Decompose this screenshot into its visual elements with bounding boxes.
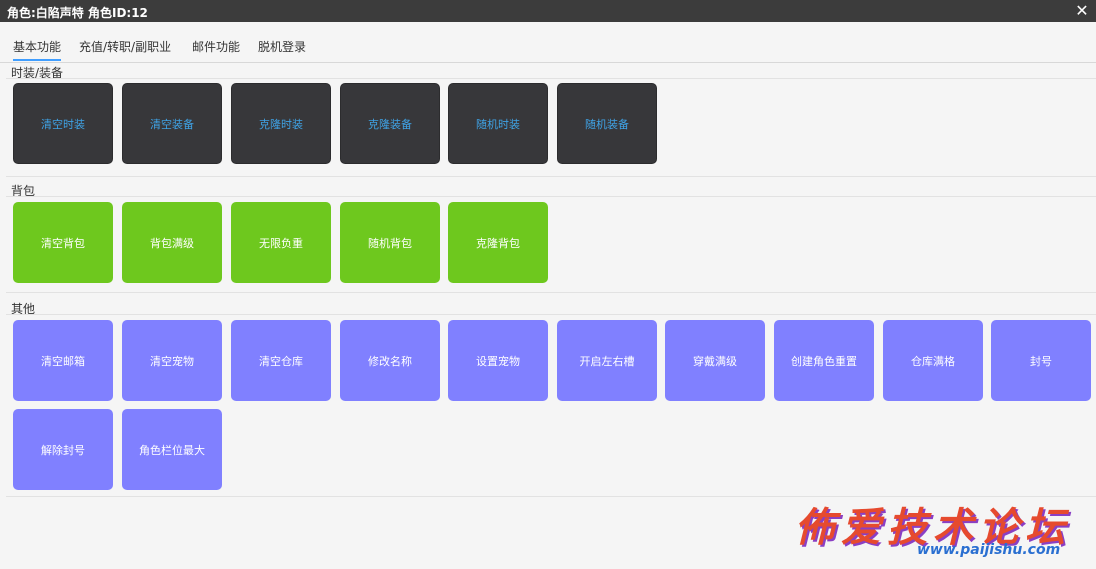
tab-basic-functions[interactable]: 基本功能 [13,38,62,61]
clear-costume-button[interactable]: 清空时装 [13,83,113,164]
tab-recharge-job[interactable]: 充值/转职/副职业 [79,38,171,59]
button-label: 穿戴满级 [693,354,737,368]
section-divider [6,78,1096,79]
section-divider [6,292,1096,293]
open-side-slots-button[interactable]: 开启左右槽 [557,320,657,401]
random-bag-button[interactable]: 随机背包 [340,202,440,283]
button-label: 清空时装 [41,117,85,131]
watermark-url: www.paijishu.com [917,542,1061,558]
button-label: 随机时装 [476,117,520,131]
button-label: 克隆背包 [476,236,520,250]
clear-pets-button[interactable]: 清空宠物 [122,320,222,401]
section-divider [6,314,1096,315]
button-label: 解除封号 [41,443,85,457]
button-label: 封号 [1030,354,1052,368]
button-label: 设置宠物 [476,354,520,368]
button-label: 清空背包 [41,236,85,250]
unban-account-button[interactable]: 解除封号 [13,409,113,490]
button-label: 背包满级 [150,236,194,250]
button-label: 克隆时装 [259,117,303,131]
button-label: 清空仓库 [259,354,303,368]
button-label: 清空宠物 [150,354,194,368]
button-label: 清空邮箱 [41,354,85,368]
clone-equipment-button[interactable]: 克隆装备 [340,83,440,164]
watermark: 佈爱技术论坛 www.paijishu.com [795,495,1090,565]
clone-costume-button[interactable]: 克隆时装 [231,83,331,164]
clear-bag-button[interactable]: 清空背包 [13,202,113,283]
window-title: 角色:白陷声特 角色ID:12 [7,6,148,20]
button-label: 创建角色重置 [791,354,857,368]
max-character-slots-button[interactable]: 角色栏位最大 [122,409,222,490]
set-pet-button[interactable]: 设置宠物 [448,320,548,401]
tab-mail-functions[interactable]: 邮件功能 [192,38,240,59]
unlimited-weight-button[interactable]: 无限负重 [231,202,331,283]
rename-button[interactable]: 修改名称 [340,320,440,401]
title-bar: 角色:白陷声特 角色ID:12 ✕ [0,0,1096,22]
random-equipment-button[interactable]: 随机装备 [557,83,657,164]
clear-equipment-button[interactable]: 清空装备 [122,83,222,164]
button-label: 随机装备 [585,117,629,131]
random-costume-button[interactable]: 随机时装 [448,83,548,164]
section-divider [6,196,1096,197]
button-label: 清空装备 [150,117,194,131]
clear-warehouse-button[interactable]: 清空仓库 [231,320,331,401]
button-label: 角色栏位最大 [139,443,205,457]
reset-character-creation-button[interactable]: 创建角色重置 [774,320,874,401]
close-icon[interactable]: ✕ [1074,1,1090,21]
button-label: 仓库满格 [911,354,955,368]
clear-mailbox-button[interactable]: 清空邮箱 [13,320,113,401]
button-label: 随机背包 [368,236,412,250]
bag-max-level-button[interactable]: 背包满级 [122,202,222,283]
button-label: 克隆装备 [368,117,412,131]
clone-bag-button[interactable]: 克隆背包 [448,202,548,283]
warehouse-full-button[interactable]: 仓库满格 [883,320,983,401]
button-label: 修改名称 [368,354,412,368]
section-divider [6,176,1096,177]
ban-account-button[interactable]: 封号 [991,320,1091,401]
tab-bar: 基本功能 充值/转职/副职业 邮件功能 脱机登录 [0,36,1096,63]
tab-offline-login[interactable]: 脱机登录 [258,38,306,59]
button-label: 开启左右槽 [579,354,635,368]
button-label: 无限负重 [259,236,303,250]
wear-max-level-button[interactable]: 穿戴满级 [665,320,765,401]
